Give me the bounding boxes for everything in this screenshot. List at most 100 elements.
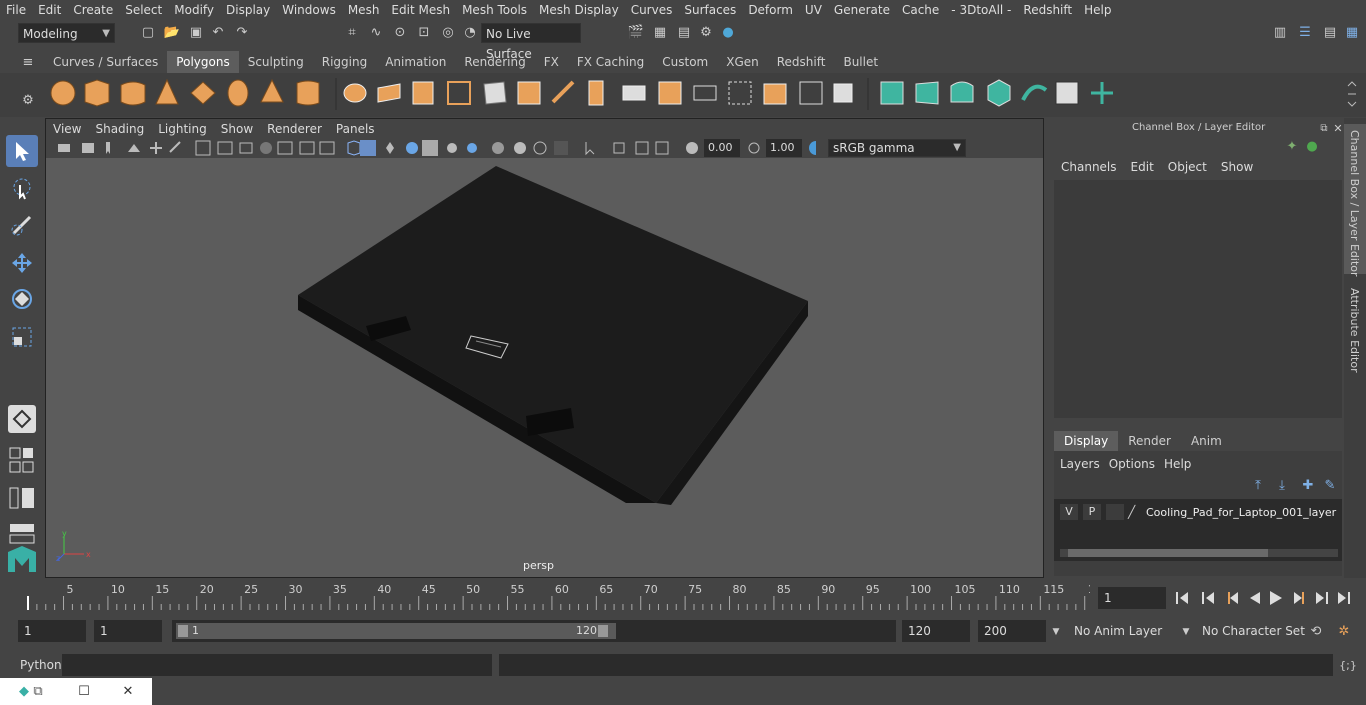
viewport-menu-shading[interactable]: Shading [88,119,151,139]
move-tool[interactable] [6,247,38,279]
snap-surface-icon[interactable]: ◎ [440,24,456,40]
viewport-menu-show[interactable]: Show [214,119,260,139]
outliner-toggle-icon[interactable]: ☰ [1297,24,1313,40]
gamma-field[interactable]: 1.00 [766,139,802,157]
cmd-language-label[interactable]: Python [20,658,62,672]
range-handle-left[interactable] [178,625,188,637]
layer-up-icon[interactable]: ⤒ [1250,477,1266,493]
tab-attribute-editor[interactable]: Attribute Editor [1344,284,1366,374]
tab-polygons[interactable]: Polygons [167,51,239,73]
menu-windows[interactable]: Windows [276,0,342,20]
save-scene-icon[interactable]: ▣ [188,24,204,40]
menu-mesh-tools[interactable]: Mesh Tools [456,0,533,20]
shelf-menu-icon[interactable]: ≡ [20,54,36,70]
menu-create[interactable]: Create [67,0,119,20]
attribute-toggle-icon[interactable]: ▤ [1322,24,1338,40]
menu-uv[interactable]: UV [799,0,828,20]
tab-rigging[interactable]: Rigging [313,51,376,73]
render-settings-icon[interactable]: ⚙ [698,24,714,40]
tab-bullet[interactable]: Bullet [834,51,887,73]
snap-live-icon[interactable]: ◔ [462,24,478,40]
tab-fx-caching[interactable]: FX Caching [568,51,653,73]
range-slider-handle[interactable]: 1 120 [176,623,616,639]
tab-rendering[interactable]: Rendering [455,51,534,73]
menu-help[interactable]: Help [1078,0,1117,20]
tab-custom[interactable]: Custom [653,51,717,73]
open-scene-icon[interactable]: 📂 [164,24,180,40]
cmd-input[interactable] [62,654,492,676]
tab-redshift[interactable]: Redshift [768,51,835,73]
layer-tab-anim[interactable]: Anim [1181,431,1232,451]
layer-menu-options[interactable]: Options [1107,457,1162,471]
menu-modify[interactable]: Modify [168,0,220,20]
menu-redshift[interactable]: Redshift [1017,0,1078,20]
anim-layer-dropdown[interactable]: No Anim Layer [1068,620,1178,642]
range-slider-track[interactable]: 1 120 [172,620,896,642]
channel-menu-edit[interactable]: Edit [1124,160,1161,174]
polygon-shelf-icons[interactable] [48,76,1358,112]
layer-tab-display[interactable]: Display [1054,431,1119,451]
viewport-toolbar-icons[interactable] [56,140,816,156]
viewport-menu-renderer[interactable]: Renderer [260,119,329,139]
tab-curves-surfaces[interactable]: Curves / Surfaces [44,51,167,73]
script-editor-icon[interactable]: {;} [1339,657,1357,673]
ipr-render-icon[interactable]: ▤ [676,24,692,40]
layer-menu-layers[interactable]: Layers [1058,457,1107,471]
layout-outliner[interactable] [6,483,38,515]
new-scene-icon[interactable]: ▢ [140,24,156,40]
layer-playback-toggle[interactable]: P [1083,504,1101,520]
channel-menu-show[interactable]: Show [1214,160,1260,174]
undo-icon[interactable]: ↶ [210,24,226,40]
layer-visibility-toggle[interactable]: V [1060,504,1078,520]
lasso-tool[interactable] [6,173,38,205]
close-window-icon[interactable]: ✕ [120,683,136,699]
keyframe-icon[interactable]: ● [1304,138,1320,154]
new-layer-icon[interactable]: ✚ [1300,477,1316,493]
range-handle-right[interactable] [598,625,608,637]
viewport-menu-lighting[interactable]: Lighting [151,119,214,139]
tab-channel-box[interactable]: Channel Box / Layer Editor [1344,124,1366,277]
menu-3dtoall[interactable]: - 3DtoAll - [945,0,1017,20]
live-surface-field[interactable]: No Live Surface [481,23,581,61]
snap-view-icon[interactable]: ⊡ [416,24,432,40]
anim-end-field[interactable]: 200 [978,620,1046,642]
render-seq-icon[interactable]: ▦ [652,24,668,40]
menu-curves[interactable]: Curves [625,0,679,20]
exposure-field[interactable]: 0.00 [704,139,740,157]
menu-select[interactable]: Select [119,0,168,20]
chevron-down-icon[interactable]: ▼ [1178,624,1194,640]
menu-edit-mesh[interactable]: Edit Mesh [385,0,456,20]
shelf-settings-icon[interactable]: ⚙ [20,92,36,108]
current-frame-field[interactable]: 1 [1098,587,1166,609]
rotate-tool[interactable] [6,283,38,315]
layout-four-view[interactable] [6,443,38,479]
menu-generate[interactable]: Generate [828,0,896,20]
playback-start-field[interactable]: 1 [94,620,162,642]
color-space-dropdown[interactable]: sRGB gamma ▼ [828,139,966,157]
character-set-dropdown[interactable]: No Character Set [1196,620,1308,642]
channel-toggle-icon[interactable]: ▦ [1344,24,1360,40]
anim-prefs-icon[interactable]: ✲ [1336,623,1352,639]
redo-icon[interactable]: ↷ [234,24,250,40]
layer-scrollbar[interactable] [1060,549,1338,557]
menu-surfaces[interactable]: Surfaces [678,0,742,20]
tab-fx[interactable]: FX [535,51,568,73]
menu-display[interactable]: Display [220,0,276,20]
soft-select-tool[interactable] [8,405,36,433]
menu-file[interactable]: File [0,0,32,20]
menu-mesh[interactable]: Mesh [342,0,386,20]
tab-sculpting[interactable]: Sculpting [239,51,313,73]
tab-animation[interactable]: Animation [376,51,455,73]
layer-menu-help[interactable]: Help [1162,457,1198,471]
hypershade-icon[interactable]: ● [720,24,736,40]
snap-point-icon[interactable]: ⊙ [392,24,408,40]
layer-display-type[interactable] [1106,504,1124,520]
layer-down-icon[interactable]: ⤓ [1274,477,1290,493]
snap-grid-icon[interactable]: ⌗ [344,24,360,40]
layer-row[interactable]: V P ╱ Cooling_Pad_for_Laptop_001_layer [1060,502,1340,522]
playback-end-field[interactable]: 120 [902,620,970,642]
paint-select-tool[interactable] [6,209,38,241]
menu-edit[interactable]: Edit [32,0,67,20]
maximize-icon[interactable]: ☐ [76,683,92,699]
time-slider[interactable]: 5 10 15 20 25 30 35 40 45 50 55 60 65 70 75 80 85 90 95 100… [22,582,1102,610]
